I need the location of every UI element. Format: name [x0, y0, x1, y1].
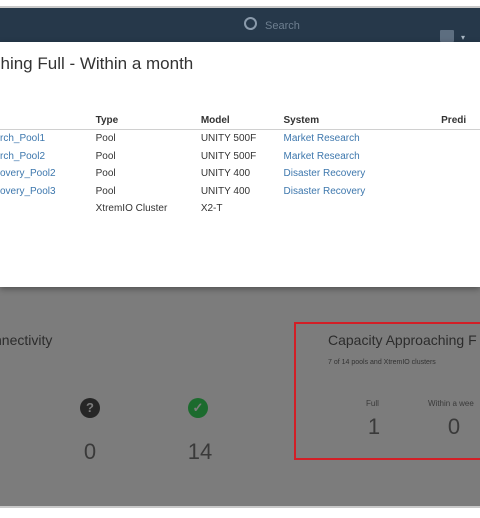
pool-model: UNITY 400 [200, 168, 251, 180]
chevron-down-icon[interactable]: ▾ [461, 33, 465, 42]
prediction-cell [441, 200, 480, 218]
column-header-type[interactable]: Type [95, 112, 201, 130]
pools-table: Type Model System Predi rch_Pool1 Pool U… [0, 112, 480, 218]
prediction-cell [441, 148, 480, 166]
prediction-cell [441, 130, 480, 148]
system-link[interactable]: Market Research [284, 130, 442, 148]
ok-count[interactable]: 14 [182, 439, 218, 465]
pool-model: UNITY 500F [200, 150, 257, 162]
top-navigation-bar: Search ▾ [0, 8, 480, 42]
question-icon: ? [80, 398, 100, 418]
pool-type: XtremIO Cluster [95, 203, 168, 215]
pool-type: Pool [95, 185, 116, 197]
system-link[interactable]: Disaster Recovery [284, 183, 442, 201]
unknown-count[interactable]: 0 [78, 439, 102, 465]
table-header-row: Type Model System Predi [0, 112, 480, 130]
column-header-system[interactable]: System [283, 112, 442, 130]
modal-title: ching Full - Within a month [0, 54, 194, 73]
pool-name-link[interactable]: rch_Pool1 [0, 130, 96, 148]
system-link[interactable] [284, 200, 442, 218]
search-icon [244, 17, 257, 30]
column-header-name [0, 112, 96, 130]
pool-model: UNITY 400 [200, 185, 251, 197]
connectivity-panel-title: nnectivity [0, 332, 53, 348]
search-placeholder: Search [265, 20, 300, 32]
pool-name-link[interactable]: rch_Pool2 [0, 148, 96, 166]
screen-frame: Search ▾ ching Full - Within a month Typ… [0, 6, 480, 508]
capacity-detail-modal: ching Full - Within a month Type Model S… [0, 42, 480, 287]
table-row: overy_Pool3 Pool UNITY 400 Disaster Reco… [0, 183, 480, 201]
prediction-cell [441, 183, 480, 201]
pool-type: Pool [95, 150, 116, 162]
pool-name-link[interactable] [0, 200, 96, 218]
search-box[interactable]: Search [244, 14, 374, 38]
pool-model: UNITY 500F [200, 133, 257, 145]
highlight-box [294, 322, 480, 460]
table-row: XtremIO Cluster X2-T [0, 200, 480, 218]
pool-name-link[interactable]: overy_Pool2 [0, 165, 96, 183]
system-link[interactable]: Market Research [284, 148, 442, 166]
pool-type: Pool [95, 133, 116, 145]
column-header-prediction[interactable]: Predi [441, 112, 480, 130]
column-header-model[interactable]: Model [200, 112, 284, 130]
table-row: rch_Pool2 Pool UNITY 500F Market Researc… [0, 148, 480, 166]
pool-type: Pool [95, 168, 116, 180]
prediction-cell [441, 165, 480, 183]
check-icon: ✓ [188, 398, 208, 418]
pool-model: X2-T [200, 203, 223, 215]
table-row: overy_Pool2 Pool UNITY 400 Disaster Reco… [0, 165, 480, 183]
system-link[interactable]: Disaster Recovery [284, 165, 442, 183]
user-menu-button[interactable] [440, 30, 454, 42]
table-row: rch_Pool1 Pool UNITY 500F Market Researc… [0, 130, 480, 148]
pool-name-link[interactable]: overy_Pool3 [0, 183, 96, 201]
